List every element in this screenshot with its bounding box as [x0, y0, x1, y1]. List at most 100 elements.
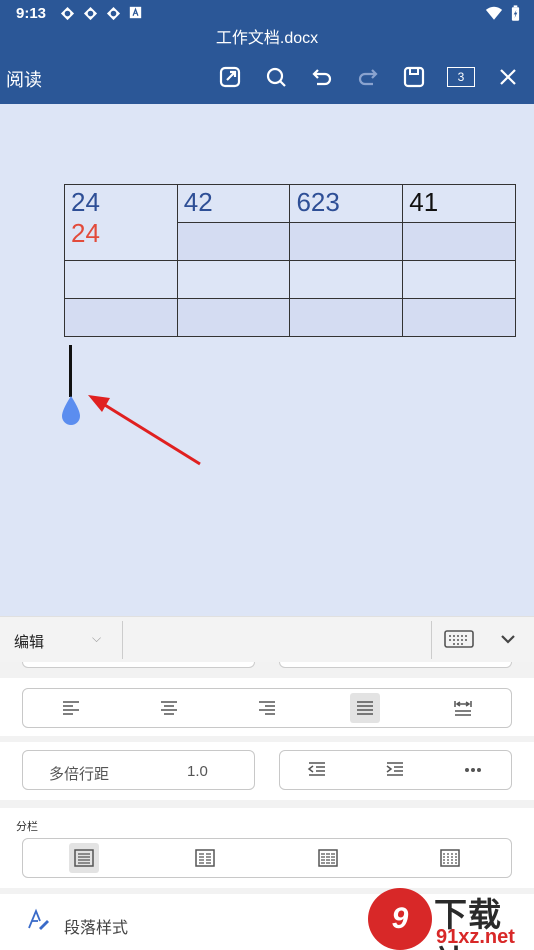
increase-indent-button[interactable] [380, 755, 410, 785]
align-right-button[interactable] [252, 693, 282, 723]
columns-section: 分栏 [0, 808, 534, 888]
top-toolbar: 阅读 3 [0, 50, 534, 104]
table-cell[interactable] [176, 222, 291, 261]
columns-label: 分栏 [16, 821, 38, 833]
cell-text: 24 [71, 187, 100, 217]
one-column-icon [74, 849, 94, 867]
spacing-row: 多倍行距 1.0 [0, 742, 534, 800]
justify-button[interactable] [350, 693, 380, 723]
decrease-indent-button[interactable] [302, 755, 332, 785]
columns-group [22, 838, 512, 878]
four-columns-icon [440, 849, 460, 867]
status-time: 9:13 [16, 5, 47, 22]
watermark-url: 91xz.net [436, 926, 515, 948]
document-title: 工作文档.docx [0, 28, 534, 50]
decrease-indent-icon [307, 762, 325, 776]
increase-indent-icon [386, 762, 403, 776]
collapse-chevron-icon[interactable] [498, 629, 518, 649]
align-center-icon [161, 701, 177, 715]
divider [122, 621, 123, 659]
document-canvas[interactable]: 24 24 42 623 41 [0, 104, 534, 616]
table-cell[interactable]: 24 24 [64, 184, 178, 261]
status-bar: 9:13 [0, 0, 534, 28]
table-cell[interactable] [176, 260, 291, 299]
redo-icon [358, 69, 378, 86]
table-cell[interactable] [289, 222, 404, 261]
wifi-icon [485, 6, 503, 26]
paragraph-style-icon [28, 908, 49, 930]
page-count-button[interactable]: 3 [445, 62, 477, 92]
text-a-icon [129, 6, 144, 21]
close-button[interactable] [493, 62, 523, 92]
save-button[interactable] [399, 62, 429, 92]
partial-control [279, 662, 512, 668]
line-spacing-label: 多倍行距 [49, 766, 110, 783]
page-count: 3 [447, 67, 475, 87]
table-cell[interactable] [176, 298, 291, 337]
justify-icon [357, 701, 373, 715]
table-cell[interactable] [289, 260, 404, 299]
three-columns-icon [318, 849, 338, 867]
distribute-icon [454, 701, 472, 716]
partial-control [22, 662, 255, 668]
table-row: 24 24 42 623 41 [64, 184, 516, 261]
mode-selector[interactable]: 编辑 [14, 631, 44, 652]
table-cell[interactable] [402, 298, 516, 337]
cell-text: 41 [409, 187, 439, 217]
align-left-button[interactable] [56, 693, 86, 723]
table-cell[interactable]: 623 [289, 184, 404, 223]
edit-external-icon [219, 66, 241, 88]
search-icon [266, 67, 286, 87]
cell-text: 42 [183, 187, 213, 217]
align-right-icon [259, 701, 275, 715]
keyboard-icon[interactable] [444, 629, 474, 651]
cursor-handle[interactable] [60, 394, 82, 426]
site-watermark: 9 下载站 91xz.net [368, 888, 534, 950]
two-columns-button[interactable] [190, 843, 220, 873]
table-cell[interactable] [402, 260, 516, 299]
alignment-row [0, 678, 534, 736]
table-cell[interactable] [289, 298, 404, 337]
three-columns-button[interactable] [313, 843, 343, 873]
watermark-logo: 9 [368, 888, 432, 950]
document-table[interactable]: 24 24 42 623 41 [64, 184, 516, 337]
read-mode-button[interactable]: 阅读 [6, 66, 42, 92]
table-cell[interactable] [64, 260, 178, 299]
notification-icon [83, 6, 98, 21]
edit-bar: 编辑 ⌵ [0, 616, 534, 662]
table-row [64, 298, 516, 337]
save-icon [403, 66, 425, 88]
notification-icon [106, 6, 121, 21]
table-cell[interactable] [402, 222, 516, 261]
edit-external-button[interactable] [215, 62, 245, 92]
redo-button[interactable] [353, 62, 383, 92]
notification-icon [60, 6, 75, 21]
four-columns-button[interactable] [435, 843, 465, 873]
table-cell[interactable] [64, 298, 178, 337]
distribute-button[interactable] [448, 693, 478, 723]
chevron-down-icon[interactable]: ⌵ [92, 631, 101, 646]
line-spacing-value: 1.0 [187, 763, 208, 780]
cell-text: 623 [296, 187, 340, 217]
text-cursor [69, 345, 72, 397]
search-button[interactable] [261, 62, 291, 92]
align-left-icon [63, 701, 79, 715]
status-icons [60, 6, 144, 21]
line-spacing-select[interactable]: 多倍行距 1.0 [22, 750, 255, 790]
divider [431, 621, 432, 659]
close-icon [500, 69, 516, 85]
more-options-button[interactable] [458, 755, 488, 785]
align-center-button[interactable] [154, 693, 184, 723]
indent-group [279, 750, 512, 790]
paragraph-style-label: 段落样式 [64, 920, 129, 937]
table-cell[interactable]: 42 [176, 184, 291, 223]
undo-icon [312, 69, 332, 86]
one-column-button[interactable] [69, 843, 99, 873]
more-icon [465, 768, 481, 772]
battery-icon [511, 5, 520, 27]
table-cell[interactable]: 41 [402, 184, 516, 223]
undo-button[interactable] [307, 62, 337, 92]
table-row [64, 260, 516, 299]
cell-text: 24 [71, 218, 100, 248]
annotation-arrow [88, 395, 201, 466]
